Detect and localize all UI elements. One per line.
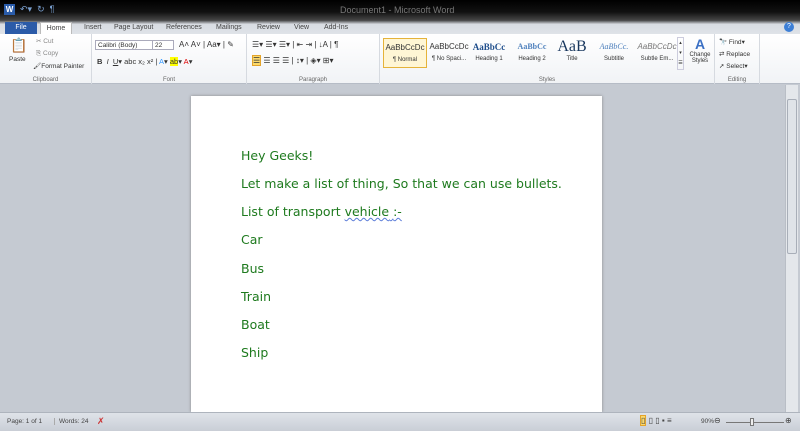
clipboard-label: Clipboard [32,77,59,83]
font-label: Font [162,77,175,83]
word-count[interactable]: Words: 24 [54,418,89,425]
copy-button[interactable]: ⎘ Copy [36,50,58,58]
editing-label: Editing [727,77,747,83]
change-styles-icon: A [694,36,706,52]
find-button[interactable]: 🔭 Find▾ [719,38,745,46]
tab-view[interactable]: View [290,22,313,34]
zoom-in-icon[interactable]: ⊕ [785,416,792,425]
tab-references[interactable]: References [162,22,206,34]
style-heading-1[interactable]: AaBbCc Heading 1 [467,38,511,68]
document-page[interactable]: Hey Geeks! Let make a list of thing, So … [191,96,602,412]
tab-home[interactable]: Home [40,22,72,34]
style-normal[interactable]: AaBbCcDc ¶ Normal [383,38,427,68]
tab-page-layout[interactable]: Page Layout [110,22,157,34]
style-subtle-emphasis[interactable]: AaBbCcDc Subtle Em... [635,38,679,68]
ribbon: 📋 Paste ✂ Cut ⎘ Copy 🖌Format Painter Cli… [0,34,800,84]
copy-icon: ⎘ [36,50,44,57]
zoom-slider-thumb[interactable] [750,418,754,426]
cut-button[interactable]: ✂ Cut [36,37,53,45]
word-logo-icon[interactable]: W [4,4,15,15]
help-icon[interactable]: ? [784,22,794,32]
doc-line: Ship [241,345,269,360]
view-buttons[interactable]: ▯ ▯ ▯ ▪ ≡ [640,415,672,426]
redo-icon[interactable]: ↻ [37,4,45,15]
quick-access-toolbar: W ↶▾ ↻ ¶ [4,4,54,15]
status-bar: Page: 1 of 1 Words: 24 ✗ ▯ ▯ ▯ ▪ ≡ 90% ⊖… [0,412,800,431]
cursor-icon: ➚ [719,63,725,70]
doc-line: List of transport vehicle :- [241,204,402,219]
window-title: Document1 - Microsoft Word [340,5,455,15]
editing-group: 🔭 Find▾ ⇄ Replace ➚ Select▾ Editing [715,34,760,84]
style-no-spacing[interactable]: AaBbCcDc ¶ No Spaci... [427,38,471,68]
font-format-buttons[interactable]: B I U▾ abc x₂ x² | A▾ ab▾ A▾ [97,57,192,66]
page-count[interactable]: Page: 1 of 1 [7,418,42,425]
replace-icon: ⇄ [719,51,725,58]
doc-line: Bus [241,261,265,276]
tab-add-ins[interactable]: Add-Ins [320,22,352,34]
ribbon-tabs: File Home Insert Page Layout References … [0,20,800,34]
change-styles-button[interactable]: A Change Styles [687,36,713,64]
tab-insert[interactable]: Insert [80,22,106,34]
vertical-scrollbar[interactable] [785,85,798,412]
undo-icon[interactable]: ↶▾ [20,4,32,15]
style-subtitle[interactable]: AaBbCc. Subtitle [592,38,636,68]
font-group: Calibri (Body) 22 A˄ A˅ | Aa▾ | ✎ B I U▾… [92,34,247,84]
style-heading-2[interactable]: AaBbCc Heading 2 [510,38,554,68]
format-painter-button[interactable]: 🖌Format Painter [33,62,84,70]
proofing-error-icon[interactable]: ✗ [97,416,105,427]
styles-gallery-scroll[interactable]: ▴ ▾ ☰ [677,37,684,70]
align-buttons[interactable]: ☰ ☰ ☰ ☰ | ↕▾ | ◈▾ ⊞▾ [252,55,334,66]
title-bar: W ↶▾ ↻ ¶ Document1 - Microsoft Word [0,0,800,20]
doc-line: Boat [241,317,270,332]
clipboard-group: 📋 Paste ✂ Cut ⎘ Copy 🖌Format Painter Cli… [0,34,92,84]
scrollbar-thumb[interactable] [787,99,797,254]
doc-line: Let make a list of thing, So that we can… [241,176,562,191]
zoom-out-icon[interactable]: ⊖ [714,416,721,425]
doc-line: Hey Geeks! [241,148,314,163]
binoculars-icon: 🔭 [719,39,728,46]
list-buttons[interactable]: ☰▾ ☰▾ ☰▾ | ⇤ ⇥ | ↓A | ¶ [252,40,338,49]
paragraph-group: ☰▾ ☰▾ ☰▾ | ⇤ ⇥ | ↓A | ¶ ☰ ☰ ☰ ☰ | ↕▾ | ◈… [247,34,380,84]
paste-button[interactable]: Paste [9,56,26,63]
font-name-select[interactable]: Calibri (Body) [95,40,153,50]
zoom-slider[interactable] [726,422,784,423]
select-button[interactable]: ➚ Select▾ [719,62,748,70]
tab-file[interactable]: File [5,22,37,34]
styles-label: Styles [538,77,556,83]
spelling-flag[interactable]: vehicle :- [345,204,402,219]
tab-mailings[interactable]: Mailings [212,22,246,34]
pilcrow-icon[interactable]: ¶ [50,4,55,15]
grow-shrink-font-icon[interactable]: A˄ A˅ | Aa▾ | ✎ [179,40,234,49]
zoom-level[interactable]: 90% [701,418,714,425]
style-title[interactable]: AaB Title [550,38,594,68]
paste-icon[interactable]: 📋 [10,37,27,54]
tab-review[interactable]: Review [253,22,284,34]
paragraph-label: Paragraph [298,77,328,83]
doc-line: Train [241,289,271,304]
replace-button[interactable]: ⇄ Replace [719,50,750,58]
font-size-select[interactable]: 22 [152,40,174,50]
doc-line: Car [241,232,263,247]
styles-group: AaBbCcDc ¶ Normal AaBbCcDc ¶ No Spaci... A… [380,34,715,84]
